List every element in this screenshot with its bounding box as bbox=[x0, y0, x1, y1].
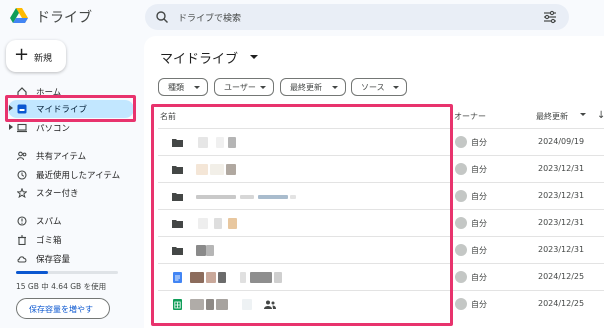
filter-modified-chip[interactable]: 最終更新 bbox=[280, 78, 346, 96]
avatar bbox=[455, 244, 467, 256]
sidebar-item-label: スター付き bbox=[36, 189, 79, 199]
chip-label: 最終更新 bbox=[290, 83, 322, 92]
sort-dropdown-icon[interactable] bbox=[580, 113, 586, 116]
owner-text: 自分 bbox=[471, 192, 487, 201]
avatar bbox=[455, 136, 467, 148]
google-drive-logo-icon bbox=[10, 8, 28, 23]
column-header-owner[interactable]: オーナー bbox=[454, 111, 486, 122]
sidebar-item-spam[interactable]: スパム bbox=[8, 212, 134, 230]
modified-date: 2024/09/19 bbox=[538, 137, 585, 146]
storage-usage-bar bbox=[16, 271, 118, 274]
chevron-down-icon bbox=[393, 86, 399, 89]
chip-label: ユーザー bbox=[224, 83, 256, 92]
sort-direction-arrow-icon[interactable]: ↓ bbox=[597, 110, 604, 121]
modified-date: 2023/12/31 bbox=[538, 218, 585, 227]
title-dropdown-icon[interactable] bbox=[250, 55, 258, 59]
owner-text: 自分 bbox=[471, 138, 487, 147]
expand-arrow-icon[interactable] bbox=[9, 124, 13, 130]
new-button[interactable]: + 新規 bbox=[6, 40, 66, 72]
shared-icon bbox=[17, 151, 27, 161]
plus-icon: + bbox=[14, 44, 30, 65]
sidebar-item-shared[interactable]: 共有アイテム bbox=[8, 147, 134, 165]
page-title[interactable]: マイドライブ bbox=[160, 48, 238, 67]
search-icon bbox=[156, 11, 168, 23]
avatar bbox=[455, 298, 467, 310]
modified-date: 2024/12/25 bbox=[538, 299, 585, 308]
owner-text: 自分 bbox=[471, 219, 487, 228]
avatar bbox=[455, 190, 467, 202]
star-icon bbox=[17, 188, 27, 198]
chip-label: ソース bbox=[361, 83, 385, 92]
sidebar-item-label: 共有アイテム bbox=[36, 152, 87, 162]
modified-date: 2023/12/31 bbox=[538, 245, 585, 254]
modified-date: 2023/12/31 bbox=[538, 164, 585, 173]
chevron-down-icon bbox=[260, 86, 266, 89]
computer-icon bbox=[17, 123, 27, 133]
filter-type-chip[interactable]: 種類 bbox=[158, 78, 208, 96]
search-options-icon[interactable] bbox=[543, 10, 557, 24]
sidebar-item-label: ゴミ箱 bbox=[36, 236, 62, 246]
owner-text: 自分 bbox=[471, 273, 487, 282]
sidebar-item-label: パソコン bbox=[36, 124, 71, 134]
storage-usage-fill bbox=[16, 271, 48, 274]
highlight-box-file-list bbox=[151, 104, 453, 326]
highlight-box-my-drive bbox=[5, 95, 136, 122]
filter-people-chip[interactable]: ユーザー bbox=[214, 78, 274, 96]
chevron-down-icon bbox=[194, 86, 200, 89]
avatar bbox=[455, 217, 467, 229]
sidebar-item-storage[interactable]: 保存容量 bbox=[8, 250, 134, 268]
sidebar-item-label: スパム bbox=[36, 217, 62, 227]
filter-source-chip[interactable]: ソース bbox=[351, 78, 407, 96]
chip-label: 種類 bbox=[168, 83, 184, 92]
get-more-storage-button[interactable]: 保存容量を増やす bbox=[16, 298, 110, 319]
new-button-label: 新規 bbox=[34, 54, 53, 64]
search-bar[interactable]: ドライブで検索 bbox=[145, 4, 569, 30]
avatar bbox=[455, 271, 467, 283]
sidebar-item-recent[interactable]: 最近使用したアイテム bbox=[8, 166, 134, 184]
avatar bbox=[455, 163, 467, 175]
owner-text: 自分 bbox=[471, 300, 487, 309]
trash-icon bbox=[18, 235, 26, 245]
modified-date: 2024/12/25 bbox=[538, 272, 585, 281]
search-input[interactable]: ドライブで検索 bbox=[178, 11, 241, 24]
sidebar-item-label: 最近使用したアイテム bbox=[36, 171, 121, 181]
chevron-down-icon bbox=[332, 86, 338, 89]
sidebar-item-label: 保存容量 bbox=[36, 255, 71, 265]
owner-text: 自分 bbox=[471, 246, 487, 255]
sidebar-item-trash[interactable]: ゴミ箱 bbox=[8, 231, 134, 249]
owner-text: 自分 bbox=[471, 165, 487, 174]
storage-usage-text: 15 GB 中 4.64 GB を使用 bbox=[16, 282, 107, 291]
get-more-storage-label: 保存容量を増やす bbox=[29, 305, 93, 314]
sidebar-item-starred[interactable]: スター付き bbox=[8, 184, 134, 202]
app-name: ドライブ bbox=[36, 10, 92, 26]
modified-date: 2023/12/31 bbox=[538, 191, 585, 200]
spam-icon bbox=[17, 216, 27, 226]
cloud-icon bbox=[17, 256, 27, 263]
column-header-modified[interactable]: 最終更新 bbox=[536, 111, 568, 122]
clock-icon bbox=[17, 170, 27, 180]
